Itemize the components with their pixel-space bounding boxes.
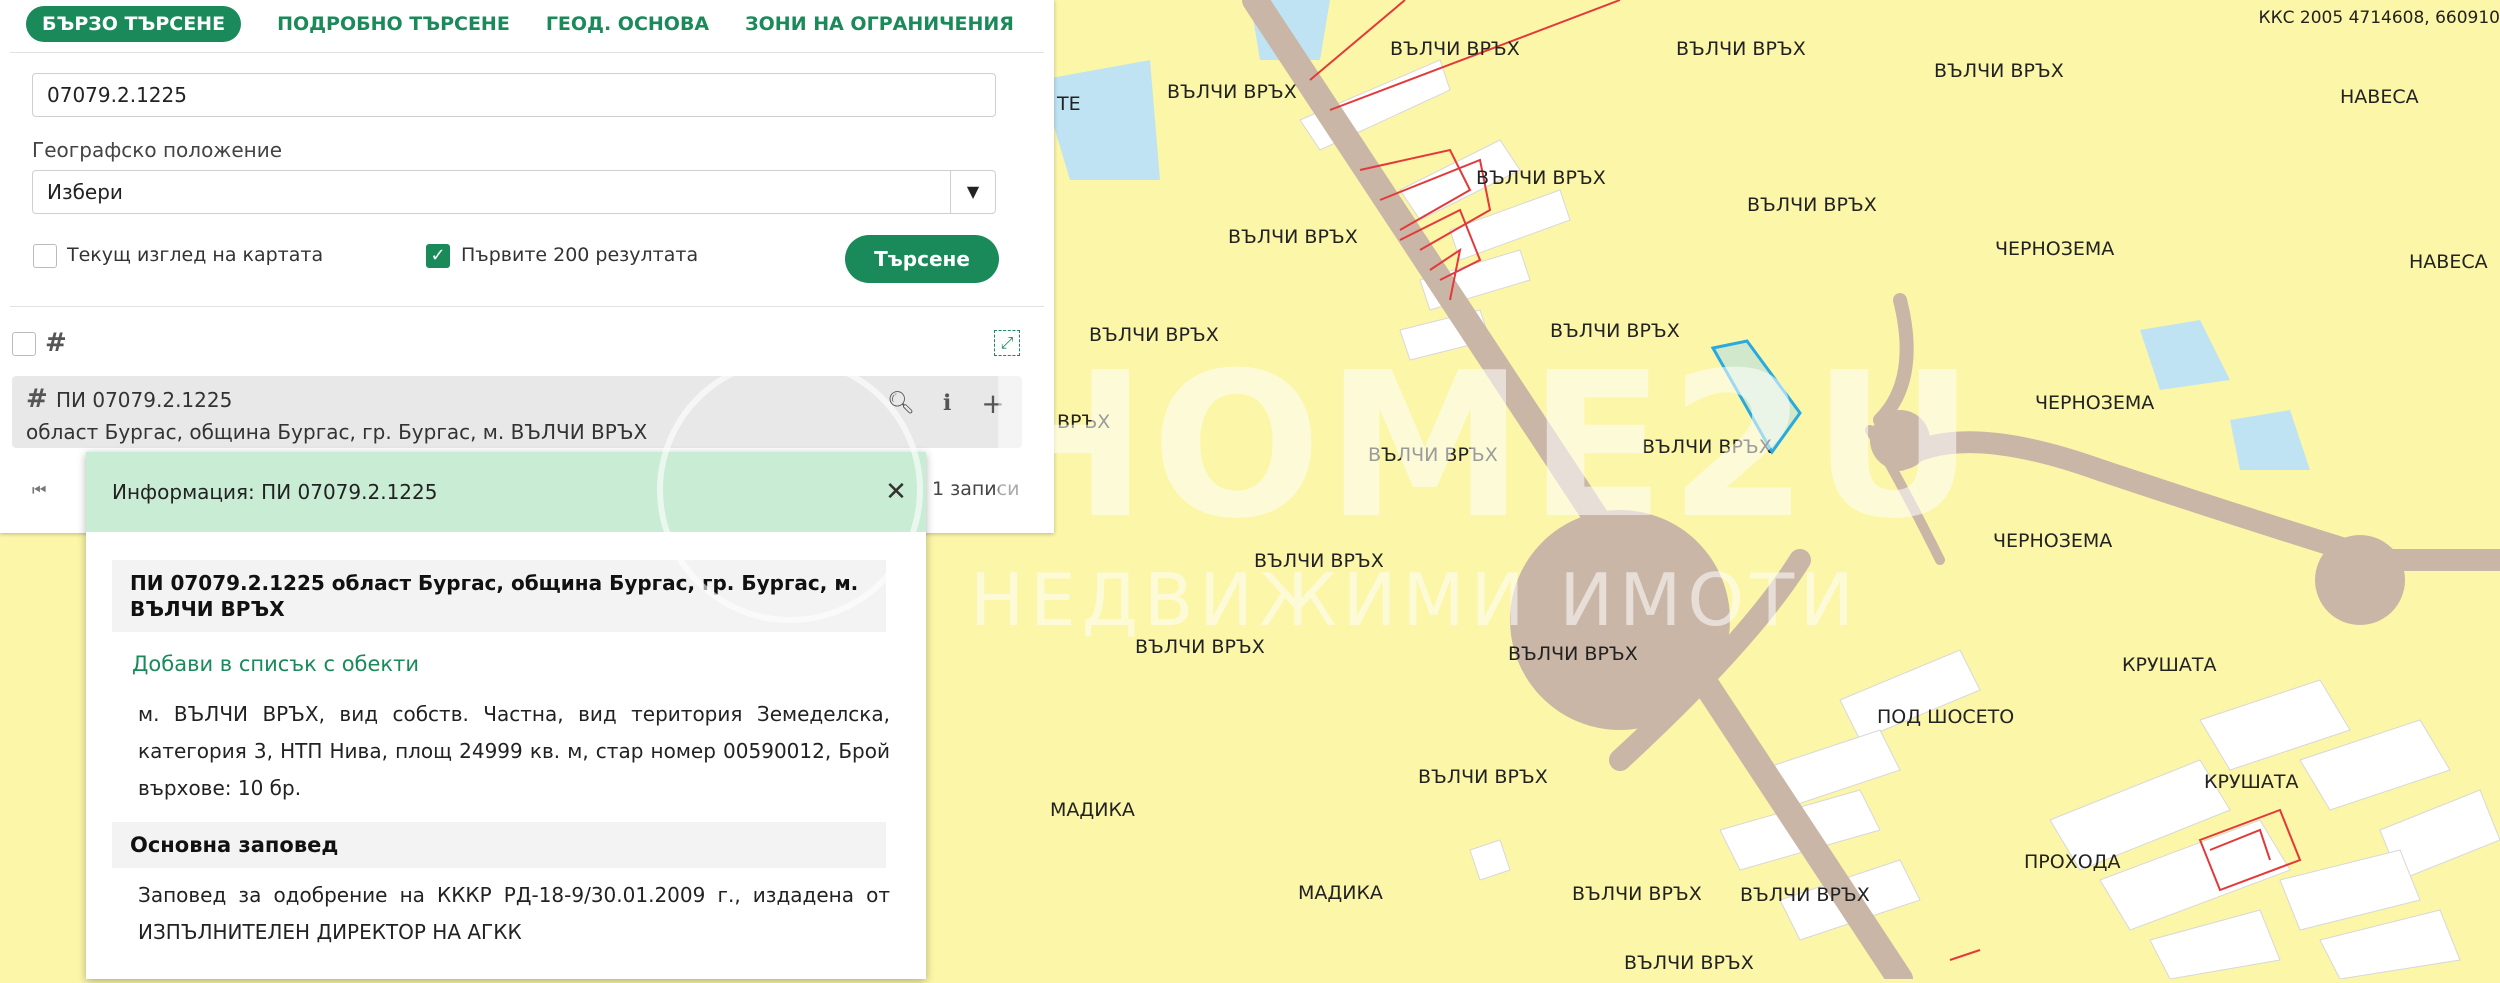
map-label: ЧЕРНОЗЕМА (1993, 530, 2112, 552)
info-popup-title: Информация: ПИ 07079.2.1225 (112, 480, 437, 504)
divider (10, 306, 1044, 307)
parcel-details: м. ВЪЛЧИ ВРЪХ, вид собств. Частна, вид т… (138, 696, 890, 807)
divider (10, 52, 1044, 53)
map-label: ПРОХОДА (2024, 851, 2121, 873)
roundabout (1870, 410, 1930, 470)
map-label: МАДИКА (1050, 799, 1135, 821)
map-label: ВЪЛЧИ ВРЪХ (1089, 324, 1219, 346)
map-label: ЧЕРНОЗЕМА (1995, 238, 2114, 260)
map-label: ВЪЛЧИ ВРЪХ (1135, 636, 1265, 658)
map-label: КРУШАТА (2122, 654, 2216, 676)
geo-position-value: Избери (47, 180, 123, 204)
tab-advanced-search[interactable]: ПОДРОБНО ТЪРСЕНЕ (277, 13, 510, 35)
map-label: ПОД ШОСЕТО (1877, 706, 2014, 728)
search-input[interactable]: 07079.2.1225 (32, 73, 996, 117)
map-label: КРУШАТА (2204, 771, 2298, 793)
map-label: ВЪЛЧИ ВРЪХ (1508, 643, 1638, 665)
main-order-text: Заповед за одобрение на КККР РД-18-9/30.… (138, 877, 890, 951)
select-all-checkbox[interactable] (12, 332, 36, 356)
info-popup-header: Информация: ПИ 07079.2.1225 ✕ (86, 452, 926, 532)
map-label: ВЪЛЧИ ВРЪХ (1167, 81, 1297, 103)
search-tabs: БЪРЗО ТЪРСЕНЕ ПОДРОБНО ТЪРСЕНЕ ГЕОД. ОСН… (26, 6, 1050, 42)
map-label: ВЪЛЧИ ВРЪХ (1740, 884, 1870, 906)
main-order-heading: Основна заповед (112, 822, 886, 868)
map-label: ВЪЛЧИ ВРЪХ (1254, 550, 1384, 572)
map-label: ВЪЛЧИ ВРЪХ (1676, 38, 1806, 60)
close-icon[interactable]: ✕ (878, 474, 914, 510)
grid-icon[interactable]: # (45, 328, 67, 358)
map-label: ВЪЛЧИ ВРЪХ (1476, 167, 1606, 189)
map-label: ВЪЛЧИ ВРЪХ (1642, 436, 1772, 458)
geo-position-label: Географско положение (32, 138, 282, 162)
first200-label: Първите 200 резултата (461, 244, 698, 266)
map-label: МАДИКА (1298, 882, 1383, 904)
map-label: ВЪЛЧИ ВРЪХ (1934, 60, 2064, 82)
parcel-title: ПИ 07079.2.1225 област Бургас, община Бу… (112, 560, 886, 632)
map-label: НАВЕСА (2340, 86, 2419, 108)
map-label: ЧЕРНОЗЕМА (2035, 392, 2154, 414)
map-label: ВЪЛЧИ ВРЪХ (1550, 320, 1680, 342)
map-label: ВЪЛЧИ ВРЪХ (1624, 952, 1754, 974)
result-subtitle: област Бургас, община Бургас, гр. Бургас… (26, 420, 647, 444)
roundabout (1510, 510, 1730, 730)
map-label: ВЪЛЧИ ВРЪХ (1390, 38, 1520, 60)
fullscreen-icon[interactable]: ⤢ (994, 330, 1020, 356)
current-view-label: Текущ изглед на картата (67, 244, 323, 266)
map-label: ВРЪХ (1057, 411, 1110, 433)
geo-position-select[interactable]: Избери ▼ (32, 170, 996, 214)
roundabout (2315, 535, 2405, 625)
first-page-icon[interactable]: ⏮ (32, 480, 46, 500)
map-label: ТЕ (1057, 93, 1081, 115)
result-item[interactable]: # ПИ 07079.2.1225 област Бургас, община … (12, 376, 1022, 448)
current-view-checkbox[interactable] (33, 244, 57, 268)
plus-icon[interactable]: + (978, 388, 1008, 418)
tab-geod-base[interactable]: ГЕОД. ОСНОВА (546, 13, 709, 35)
info-popup: Информация: ПИ 07079.2.1225 ✕ ПИ 07079.2… (86, 452, 926, 979)
add-to-list-link[interactable]: Добави в списък с обекти (132, 652, 419, 676)
tab-quick-search[interactable]: БЪРЗО ТЪРСЕНЕ (26, 6, 241, 42)
coordinate-readout: ККС 2005 4714608, 660910 (2259, 8, 2500, 28)
map-label: ВЪЛЧИ ВРЪХ (1747, 194, 1877, 216)
grid-icon: # (26, 384, 48, 414)
map-label: ВЪЛЧИ ВРЪХ (1572, 883, 1702, 905)
chevron-down-icon[interactable]: ▼ (950, 171, 995, 213)
search-button[interactable]: Търсене (845, 235, 999, 283)
result-title: ПИ 07079.2.1225 (56, 388, 232, 412)
search-icon[interactable]: 🔍︎ (886, 388, 916, 418)
map-label: ВЪЛЧИ ВРЪХ (1418, 766, 1548, 788)
first200-checkbox[interactable]: ✓ (426, 244, 450, 268)
info-icon[interactable]: ℹ (932, 388, 962, 418)
records-count: 1 записи (932, 478, 1019, 500)
map-label: ВЪЛЧИ ВРЪХ (1228, 226, 1358, 248)
map-label: ВЪЛЧИ ВРЪХ (1368, 444, 1498, 466)
map-label: НАВЕСА (2409, 251, 2488, 273)
tab-restriction-zones[interactable]: ЗОНИ НА ОГРАНИЧЕНИЯ (745, 13, 1014, 35)
